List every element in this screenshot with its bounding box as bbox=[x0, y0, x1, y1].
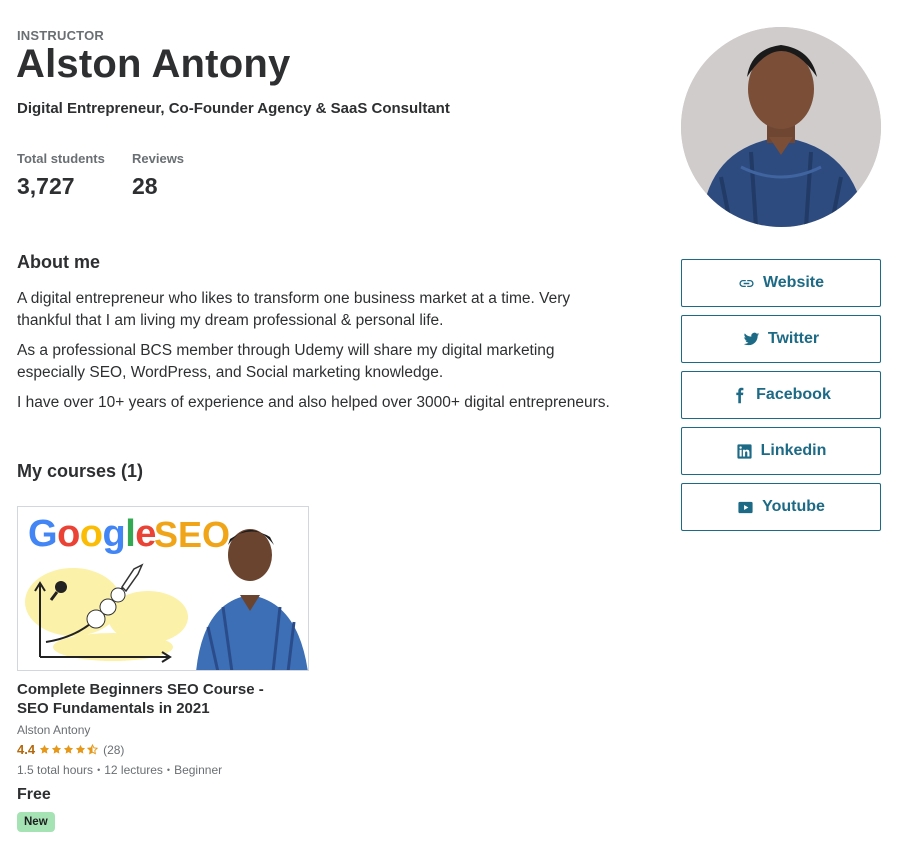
thumbnail-google-text: Google bbox=[28, 513, 156, 556]
course-level: Beginner bbox=[174, 763, 223, 777]
instructor-name: Alston Antony bbox=[16, 42, 291, 86]
facebook-icon bbox=[736, 387, 744, 403]
facebook-button[interactable]: Facebook bbox=[681, 371, 881, 419]
course-thumbnail[interactable]: Google SEO bbox=[17, 506, 309, 671]
course-hours: 1.5 total hours bbox=[17, 763, 94, 777]
about-paragraph: As a professional BCS member through Ude… bbox=[17, 342, 555, 381]
star-icon bbox=[75, 744, 86, 754]
google-letter: o bbox=[79, 513, 103, 555]
stat-label: Reviews bbox=[132, 151, 185, 166]
new-badge: New bbox=[17, 812, 55, 832]
star-icon bbox=[51, 744, 62, 754]
course-lectures: 12 lectures bbox=[104, 763, 163, 777]
rating-stars bbox=[39, 744, 99, 755]
linkedin-button[interactable]: Linkedin bbox=[681, 427, 881, 475]
separator-dot: • bbox=[97, 765, 101, 775]
stat-value: 28 bbox=[132, 173, 158, 199]
course-author: Alston Antony bbox=[17, 723, 91, 737]
about-text: A digital entrepreneur who likes to tran… bbox=[17, 288, 617, 422]
google-letter: o bbox=[57, 513, 80, 555]
instructor-label: INSTRUCTOR bbox=[17, 28, 104, 43]
avatar-image bbox=[681, 27, 881, 227]
google-letter: e bbox=[135, 513, 156, 555]
google-letter: l bbox=[125, 513, 136, 555]
star-half-icon bbox=[87, 744, 99, 755]
google-letter: G bbox=[28, 513, 58, 555]
about-title: About me bbox=[17, 252, 100, 272]
twitter-button[interactable]: Twitter bbox=[681, 315, 881, 363]
link-icon bbox=[739, 279, 754, 287]
my-courses-title: My courses (1) bbox=[17, 461, 144, 481]
about-paragraph: I have over 10+ years of experience and … bbox=[17, 394, 610, 411]
instructor-avatar bbox=[681, 27, 881, 227]
rating-count: (28) bbox=[103, 742, 125, 757]
twitter-label: Twitter bbox=[767, 330, 820, 347]
stat-label: Total students bbox=[17, 151, 105, 166]
linkedin-icon bbox=[737, 443, 752, 459]
rating-value: 4.4 bbox=[17, 742, 36, 757]
separator-dot: • bbox=[166, 765, 171, 775]
course-card[interactable]: Google SEO Complete Beginners SEO Course… bbox=[17, 506, 309, 832]
youtube-label: Youtube bbox=[762, 498, 825, 515]
course-price: Free bbox=[17, 786, 51, 803]
youtube-icon bbox=[738, 501, 753, 513]
facebook-label: Facebook bbox=[756, 386, 831, 403]
star-icon bbox=[39, 744, 50, 754]
website-label: Website bbox=[762, 274, 825, 291]
star-icon bbox=[63, 744, 74, 754]
twitter-icon bbox=[743, 332, 760, 345]
website-button[interactable]: Website bbox=[681, 259, 881, 307]
google-letter: g bbox=[102, 513, 126, 555]
stat-reviews: Reviews 28 bbox=[132, 151, 184, 200]
course-rating: 4.4 (28) bbox=[17, 742, 309, 757]
course-title[interactable]: Complete Beginners SEO Course - SEO Fund… bbox=[17, 680, 287, 718]
stat-total-students: Total students 3,727 bbox=[17, 151, 105, 200]
thumbnail-seo-text: SEO bbox=[154, 514, 231, 555]
linkedin-label: Linkedin bbox=[760, 442, 827, 459]
instructor-headline: Digital Entrepreneur, Co-Founder Agency … bbox=[17, 100, 450, 117]
stat-value: 3,727 bbox=[17, 173, 75, 199]
course-meta: 1.5 total hours • 12 lectures • Beginner bbox=[17, 763, 309, 777]
youtube-button[interactable]: Youtube bbox=[681, 483, 881, 531]
about-paragraph: A digital entrepreneur who likes to tran… bbox=[17, 290, 571, 329]
